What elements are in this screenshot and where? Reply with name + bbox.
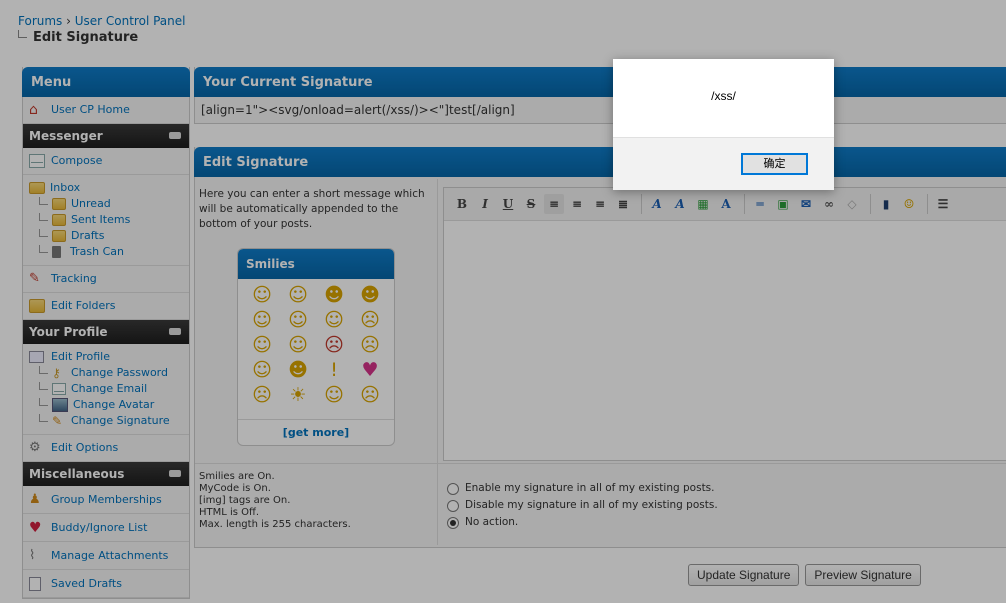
alert-footer: 确定: [613, 137, 834, 190]
alert-dialog: /xss/ 确定: [613, 59, 834, 190]
alert-ok-button[interactable]: 确定: [741, 153, 808, 175]
modal-overlay: [0, 0, 1006, 603]
alert-message: /xss/: [711, 89, 736, 103]
